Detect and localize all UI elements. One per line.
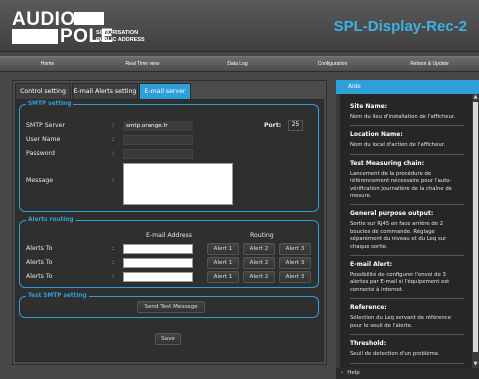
- help-separator: [350, 362, 464, 364]
- message-textarea[interactable]: [123, 163, 233, 205]
- help-content: Site Name: Nom du lieu d'installation de …: [340, 94, 472, 368]
- help-panel: Aide Site Name: Nom du lieu d'installatio…: [336, 80, 479, 379]
- alert-email-input-1[interactable]: [123, 244, 193, 254]
- alert-email-input-2[interactable]: [123, 258, 193, 268]
- alerts-routing-group: Alerts routing E-mail Address Routing Al…: [19, 216, 319, 288]
- email-address-column-header: E-mail Address: [146, 232, 193, 239]
- alert-1-button[interactable]: Alert 1: [207, 243, 239, 255]
- app-title: SPL-Display-Rec-2: [333, 18, 467, 35]
- nav-data-log[interactable]: Data Log: [190, 57, 285, 72]
- main-nav: Home Real Time view Data Log Configurati…: [0, 56, 479, 72]
- scroll-thumb[interactable]: [473, 102, 478, 352]
- alert-2-button[interactable]: Alert 2: [243, 271, 275, 283]
- smtp-server-label: SMTP Server: [26, 122, 66, 129]
- help-section-title: Threshold:: [350, 340, 387, 348]
- help-section-text: Lancement de la procédure de référenceme…: [350, 170, 452, 200]
- alerts-to-colon: :: [112, 259, 115, 266]
- help-section-title: E-mail Alert:: [350, 261, 393, 269]
- routing-column-header: Routing: [250, 232, 274, 239]
- help-separator: [350, 153, 464, 155]
- alert-2-button[interactable]: Alert 2: [243, 257, 275, 269]
- password-label: Password: [26, 150, 55, 157]
- help-section-title: Location Name:: [350, 131, 403, 139]
- message-label: Message: [26, 177, 54, 184]
- app-window: AUDIO POLE SONORISATION PUBLIC ADDRESS S…: [0, 0, 479, 379]
- help-section-text: Sortie sur RJ45 en face arrière de 2 bou…: [350, 221, 447, 250]
- smtp-setting-legend: SMTP setting: [26, 100, 74, 109]
- message-colon: :: [112, 177, 115, 184]
- help-separator: [350, 125, 464, 127]
- help-separator: [350, 255, 464, 257]
- help-section-title: Site Name:: [350, 103, 388, 110]
- alert-2-button[interactable]: Alert 2: [243, 243, 275, 255]
- tab-email-server[interactable]: E-mail server: [139, 83, 191, 99]
- help-section-text: Nom du local d'action de l'afficheur.: [350, 142, 446, 149]
- smtp-server-colon: :: [112, 122, 115, 129]
- help-panel-title: Aide: [336, 80, 479, 94]
- alerts-to-label: Alerts To: [26, 245, 53, 252]
- nav-reboot-update[interactable]: Reboot & Update: [380, 57, 479, 72]
- help-section-text: Seuil de detection d'un problème.: [350, 351, 440, 358]
- alert-1-button[interactable]: Alert 1: [207, 257, 239, 269]
- send-test-message-button[interactable]: Send Test Message: [137, 301, 205, 313]
- help-section-title: General purpose output:: [350, 210, 434, 218]
- scroll-down-arrow-icon[interactable]: ▼: [473, 362, 478, 367]
- help-section-title: Test Measuring chain:: [350, 159, 425, 167]
- test-smtp-group: Test SMTP setting Send Test Message: [19, 292, 319, 318]
- tagline-line-1: SONORISATION: [96, 30, 139, 36]
- save-button[interactable]: Save: [155, 333, 181, 345]
- logo-block-bottom: [12, 29, 58, 44]
- help-scrollbar[interactable]: ▲ ▼: [472, 94, 479, 368]
- help-section-text: Sélection du Leq servant de référence po…: [350, 315, 451, 329]
- port-input[interactable]: 25: [288, 120, 303, 131]
- alert-email-input-3[interactable]: [123, 272, 193, 282]
- alerts-routing-legend: Alerts routing: [26, 216, 76, 225]
- help-separator: [350, 298, 464, 300]
- logo-block-top: [74, 12, 104, 25]
- help-section-title: Reference:: [350, 304, 387, 312]
- nav-home[interactable]: Home: [0, 57, 95, 72]
- alerts-to-label: Alerts To: [26, 273, 53, 280]
- settings-panel: Control setting E-mail Alerts setting E-…: [12, 80, 327, 365]
- alerts-to-colon: :: [112, 245, 115, 252]
- user-name-input[interactable]: [123, 135, 193, 145]
- password-colon: :: [112, 150, 115, 157]
- help-section-text: Nom du lieu d'installation de l'afficheu…: [350, 114, 456, 120]
- alerts-to-colon: :: [112, 273, 115, 280]
- chevron-right-icon: ›: [341, 370, 344, 376]
- user-name-label: User Name: [26, 136, 61, 143]
- alert-3-button[interactable]: Alert 3: [279, 243, 311, 255]
- tab-email-alerts-setting[interactable]: E-mail Alerts setting: [72, 83, 138, 99]
- nav-configuration[interactable]: Configuration: [285, 57, 380, 72]
- tab-content: SMTP setting SMTP Server : smtp.orange.f…: [15, 99, 324, 362]
- alerts-to-label: Alerts To: [26, 259, 53, 266]
- alert-3-button[interactable]: Alert 3: [279, 271, 311, 283]
- smtp-setting-group: SMTP setting SMTP Server : smtp.orange.f…: [19, 100, 319, 212]
- alert-1-button[interactable]: Alert 1: [207, 271, 239, 283]
- logo-tagline: SONORISATION PUBLIC ADDRESS: [96, 30, 145, 44]
- port-label: Port:: [264, 122, 282, 129]
- nav-real-time-view[interactable]: Real Time view: [95, 57, 190, 72]
- help-separator: [350, 334, 464, 336]
- alert-3-button[interactable]: Alert 3: [279, 257, 311, 269]
- help-footer[interactable]: › Help: [336, 368, 479, 379]
- header-bar: AUDIO POLE SONORISATION PUBLIC ADDRESS S…: [0, 0, 479, 52]
- help-separator: [350, 204, 464, 206]
- scroll-up-arrow-icon[interactable]: ▲: [473, 95, 478, 100]
- help-sections: Site Name: Nom du lieu d'installation de …: [350, 98, 464, 368]
- help-footer-label: Help: [347, 370, 360, 376]
- user-name-colon: :: [112, 136, 115, 143]
- smtp-server-input[interactable]: smtp.orange.fr: [123, 121, 193, 131]
- password-input[interactable]: [123, 149, 193, 159]
- tagline-line-2: PUBLIC ADDRESS: [96, 37, 145, 43]
- help-section-text: Possibilité de configurer l'envoi de 3 a…: [350, 272, 450, 293]
- tab-control-setting[interactable]: Control setting: [15, 83, 71, 99]
- test-smtp-legend: Test SMTP setting: [26, 292, 89, 301]
- audiopole-logo: AUDIO POLE: [12, 10, 113, 46]
